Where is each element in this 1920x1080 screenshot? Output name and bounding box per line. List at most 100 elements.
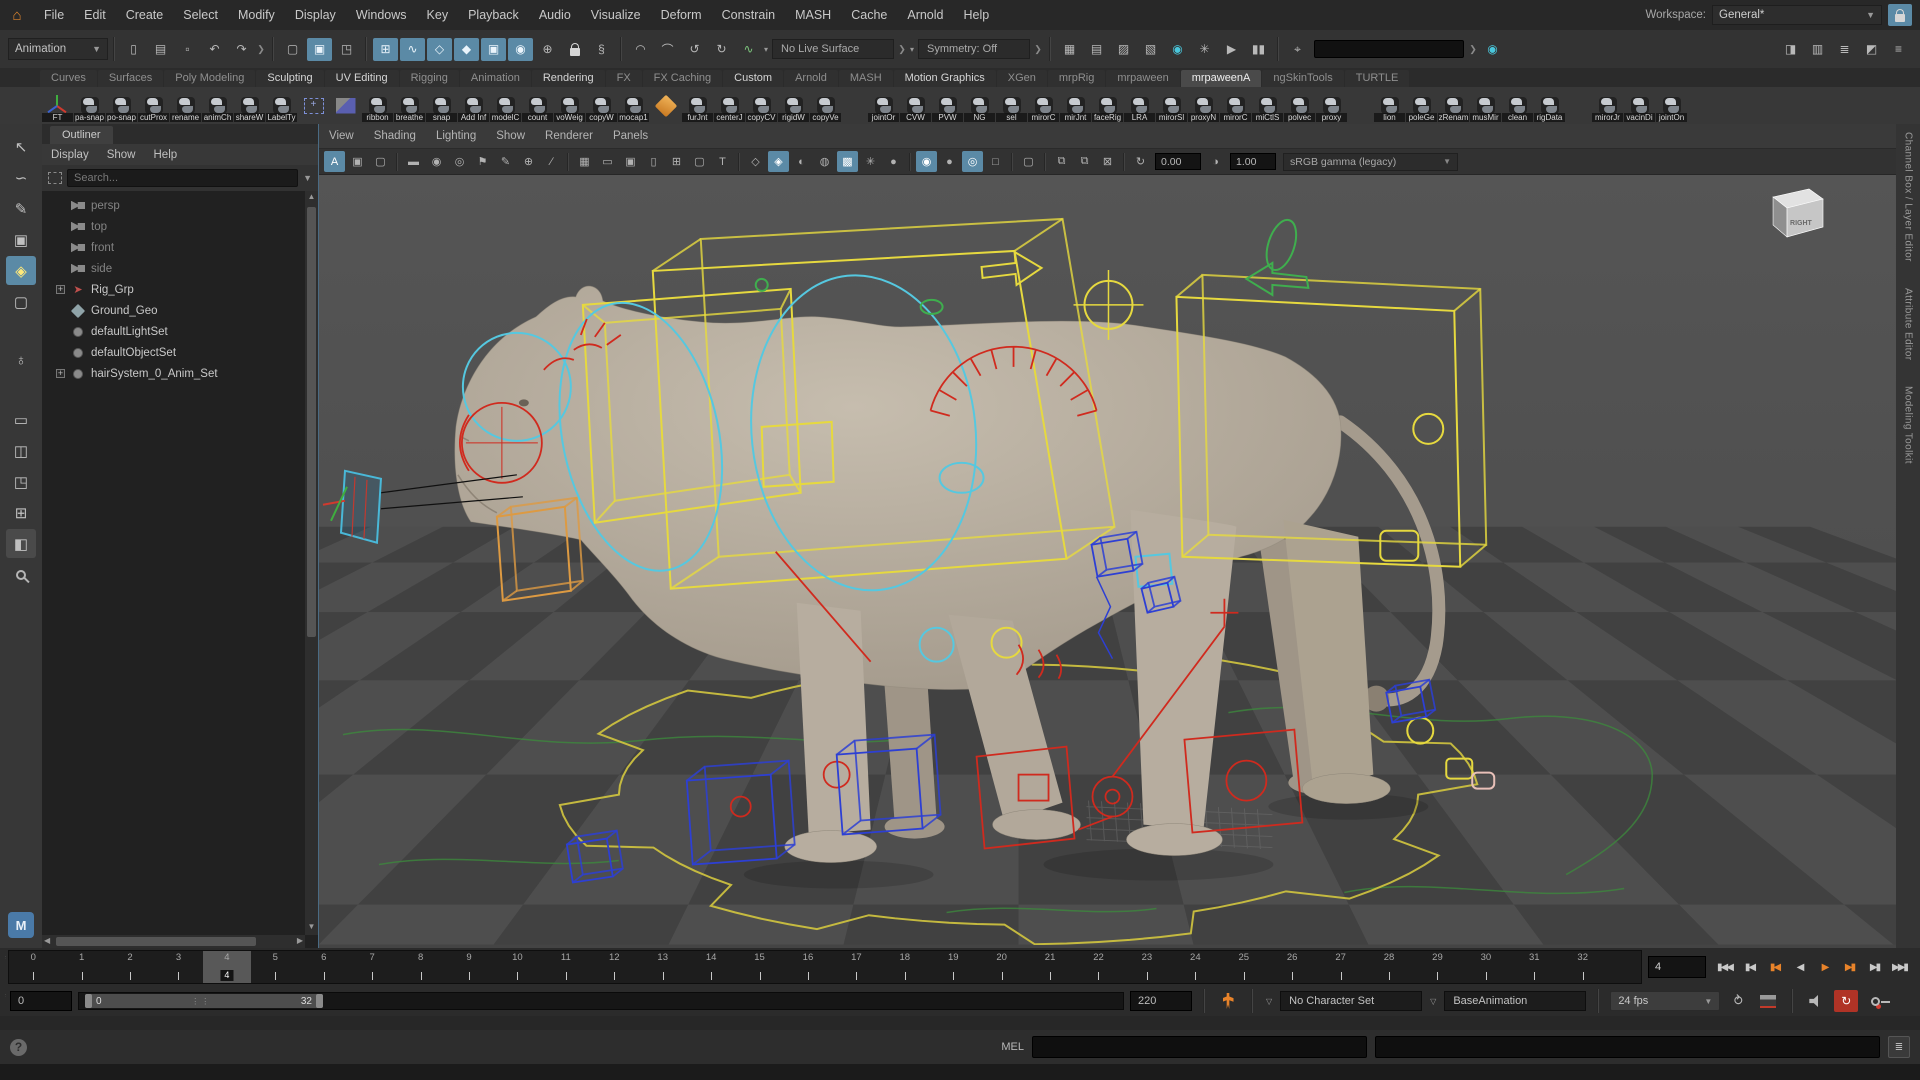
quick-selection-input[interactable]: [1314, 40, 1464, 58]
horizontal-scrollbar[interactable]: ◀ ▶: [42, 935, 305, 948]
timeline-frame-9[interactable]: 9: [445, 951, 493, 983]
timeline-frame-5[interactable]: 5: [251, 951, 299, 983]
wireframe-icon[interactable]: ◇: [745, 151, 766, 172]
resolution-gate-icon[interactable]: ▣: [620, 151, 641, 172]
single-pane-layout-button[interactable]: ▭: [6, 405, 36, 434]
lasso-select-tool[interactable]: ∽: [6, 163, 36, 192]
shelf-NG-button[interactable]: NG: [964, 90, 995, 122]
shelf-rigData-button[interactable]: rigData: [1534, 90, 1565, 122]
camera-attributes-icon[interactable]: ◎: [449, 151, 470, 172]
snap-together-icon[interactable]: ⊕: [535, 38, 560, 61]
launch-render-icon[interactable]: ▶: [1219, 38, 1244, 61]
gamma-icon[interactable]: ◑: [1205, 151, 1226, 172]
timeline-frame-24[interactable]: 24: [1171, 951, 1219, 983]
go-to-start-button[interactable]: ▮◀◀: [1712, 956, 1737, 978]
shelf-furJnt-button[interactable]: furJnt: [682, 90, 713, 122]
help-icon[interactable]: ?: [10, 1039, 27, 1056]
shelf-mirorC-button[interactable]: mirorC: [1220, 90, 1251, 122]
step-forward-frame-button[interactable]: ▶▮: [1837, 956, 1862, 978]
timeline-frame-32[interactable]: 32: [1559, 951, 1607, 983]
outliner-menu-show[interactable]: Show: [98, 149, 145, 161]
menu-deform[interactable]: Deform: [651, 0, 712, 30]
timeline-frame-16[interactable]: 16: [784, 951, 832, 983]
render-view-icon[interactable]: ▦: [1057, 38, 1082, 61]
vertical-scrollbar[interactable]: ▲ ▼: [305, 191, 318, 935]
shelf-faceRig-button[interactable]: faceRig: [1092, 90, 1123, 122]
live-surface-field[interactable]: No Live Surface: [772, 39, 894, 59]
viewport-menu-shading[interactable]: Shading: [364, 130, 426, 142]
shelf-Add Inf-button[interactable]: Add Inf: [458, 90, 489, 122]
shelf-centerJ-button[interactable]: centerJ: [714, 90, 745, 122]
scale-tool[interactable]: ▢: [6, 287, 36, 316]
zoom-tool[interactable]: [6, 560, 36, 589]
panel-tab-channel-box-layer-editor[interactable]: Channel Box / Layer Editor: [1903, 132, 1914, 262]
field-chart-icon[interactable]: ⊞: [666, 151, 687, 172]
shelf-clean-button[interactable]: clean: [1502, 90, 1533, 122]
timeline-frame-19[interactable]: 19: [929, 951, 977, 983]
menu-arnold[interactable]: Arnold: [897, 0, 953, 30]
shelf-copyCV-button[interactable]: copyCV: [746, 90, 777, 122]
chevron-down-icon[interactable]: ▽: [1266, 997, 1272, 1006]
grid-toggle-icon[interactable]: ▦: [574, 151, 595, 172]
occlusion-icon[interactable]: ●: [883, 151, 904, 172]
live-curve-icon[interactable]: ∿: [736, 38, 761, 61]
bookmark-icon[interactable]: ⚑: [472, 151, 493, 172]
shelf-tab-mrprig[interactable]: mrpRig: [1048, 70, 1105, 87]
range-start-handle[interactable]: [85, 994, 92, 1008]
scroll-up-icon[interactable]: ▲: [305, 192, 318, 204]
shadows-icon[interactable]: ✳: [860, 151, 881, 172]
make-live-icon[interactable]: ◉: [508, 38, 533, 61]
shelf-copyW-button[interactable]: copyW: [586, 90, 617, 122]
script-editor-button[interactable]: ≣: [1888, 1036, 1910, 1058]
shelf-count-button[interactable]: count: [522, 90, 553, 122]
safe-action-icon[interactable]: ▢: [689, 151, 710, 172]
menu-cache[interactable]: Cache: [841, 0, 897, 30]
select-component-icon[interactable]: ◳: [334, 38, 359, 61]
channel-box-toggle-icon[interactable]: ≡: [1886, 38, 1911, 61]
shelf-ribbon-button[interactable]: ribbon: [362, 90, 393, 122]
timeline-frame-20[interactable]: 20: [977, 951, 1025, 983]
user-account-badge[interactable]: M: [8, 912, 34, 938]
anti-alias-toggle-icon[interactable]: A: [324, 151, 345, 172]
ipr-render-icon[interactable]: ▨: [1111, 38, 1136, 61]
menu-constrain[interactable]: Constrain: [712, 0, 786, 30]
xray-joints-icon[interactable]: ●: [939, 151, 960, 172]
step-forward-key-button[interactable]: ▶▮: [1862, 956, 1887, 978]
rebuild-curve-icon[interactable]: ↺: [682, 38, 707, 61]
shelf-rigidW-button[interactable]: rigidW: [778, 90, 809, 122]
shelf-tab-sculpting[interactable]: Sculpting: [256, 70, 323, 87]
play-backwards-button[interactable]: ◀: [1787, 956, 1812, 978]
two-pane-layout-button[interactable]: ◫: [6, 436, 36, 465]
play-forwards-button[interactable]: ▶: [1812, 956, 1837, 978]
plugin-shapes-icon[interactable]: ▢: [1018, 151, 1039, 172]
shelf-tab-fx-caching[interactable]: FX Caching: [643, 70, 722, 87]
highlight-selection-icon[interactable]: ◉: [1480, 38, 1505, 61]
shelf-tab-surfaces[interactable]: Surfaces: [98, 70, 163, 87]
timeline-frame-21[interactable]: 21: [1026, 951, 1074, 983]
timeline-frame-30[interactable]: 30: [1462, 951, 1510, 983]
bounding-box-icon[interactable]: ◐: [791, 151, 812, 172]
timeline-frame-17[interactable]: 17: [832, 951, 880, 983]
playback-speed-warning-icon[interactable]: ↻: [1834, 990, 1858, 1012]
safe-title-icon[interactable]: T: [712, 151, 733, 172]
playback-loop-icon[interactable]: ⥁: [1726, 990, 1750, 1012]
quick-select-icon[interactable]: ⌖: [1285, 38, 1310, 61]
render-settings-icon[interactable]: ✳: [1192, 38, 1217, 61]
menu-display[interactable]: Display: [285, 0, 346, 30]
four-pane-layout-button[interactable]: ⊞: [6, 498, 36, 527]
menu-file[interactable]: File: [34, 0, 74, 30]
range-end-handle[interactable]: [316, 994, 323, 1008]
modeling-toolkit-toggle-icon[interactable]: ◨: [1778, 38, 1803, 61]
image-plane-icon[interactable]: ▢: [370, 151, 391, 172]
menu-help[interactable]: Help: [954, 0, 1000, 30]
timeline-frame-4[interactable]: 44: [203, 951, 251, 983]
menu-mash[interactable]: MASH: [785, 0, 841, 30]
character-set-icon[interactable]: [1216, 990, 1240, 1012]
current-frame-field[interactable]: 4: [1648, 956, 1706, 978]
close-snapshot-icon[interactable]: ⊠: [1097, 151, 1118, 172]
shelf-mirorSl-button[interactable]: mirorSl: [1156, 90, 1187, 122]
shelf-CVW-button[interactable]: CVW: [900, 90, 931, 122]
xray-active-icon[interactable]: ◎: [962, 151, 983, 172]
snap-point-icon[interactable]: ◇: [427, 38, 452, 61]
timeline-frame-10[interactable]: 10: [493, 951, 541, 983]
